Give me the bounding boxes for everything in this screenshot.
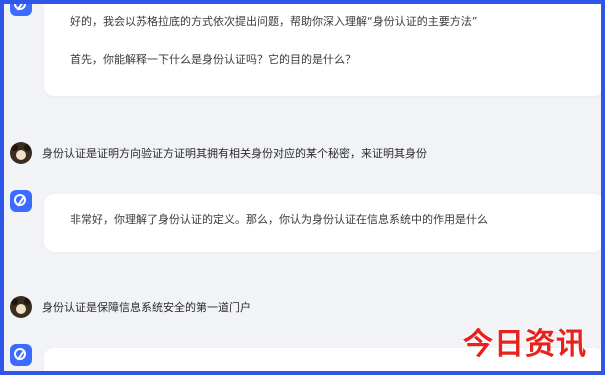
assistant-avatar-icon (10, 190, 32, 212)
assistant-message-text: 非常好，你理解了身份认证的定义。那么，你认为身份认证在信息系统中的作用是什么 (70, 213, 488, 226)
assistant-message-text: 首先，你能解释一下什么是身份认证吗？它的目的是什么？ (70, 53, 356, 66)
user-message-text: 身份认证是证明方向验证方证明其拥有相关身份对应的某个秘密，来证明其身份 (42, 147, 427, 160)
assistant-message-bubble: 非常好，你理解了身份认证的定义。那么，你认为身份认证在信息系统中的作用是什么 (44, 194, 601, 252)
assistant-avatar-icon (10, 4, 32, 16)
user-avatar-icon (10, 296, 32, 318)
assistant-message-bubble: 好的，我会以苏格拉底的方式依次提出问题，帮助你深入理解“身份认证的主要方法” 首… (44, 4, 601, 96)
watermark-logo: 今日资讯 (463, 327, 587, 362)
assistant-message-text: 好的，我会以苏格拉底的方式依次提出问题，帮助你深入理解“身份认证的主要方法” (70, 15, 478, 28)
user-message-text: 身份认证是保障信息系统安全的第一道门户 (42, 301, 251, 314)
assistant-avatar-icon (10, 344, 32, 366)
chat-window: 好的，我会以苏格拉底的方式依次提出问题，帮助你深入理解“身份认证的主要方法” 首… (0, 0, 605, 375)
user-avatar-icon (10, 142, 32, 164)
